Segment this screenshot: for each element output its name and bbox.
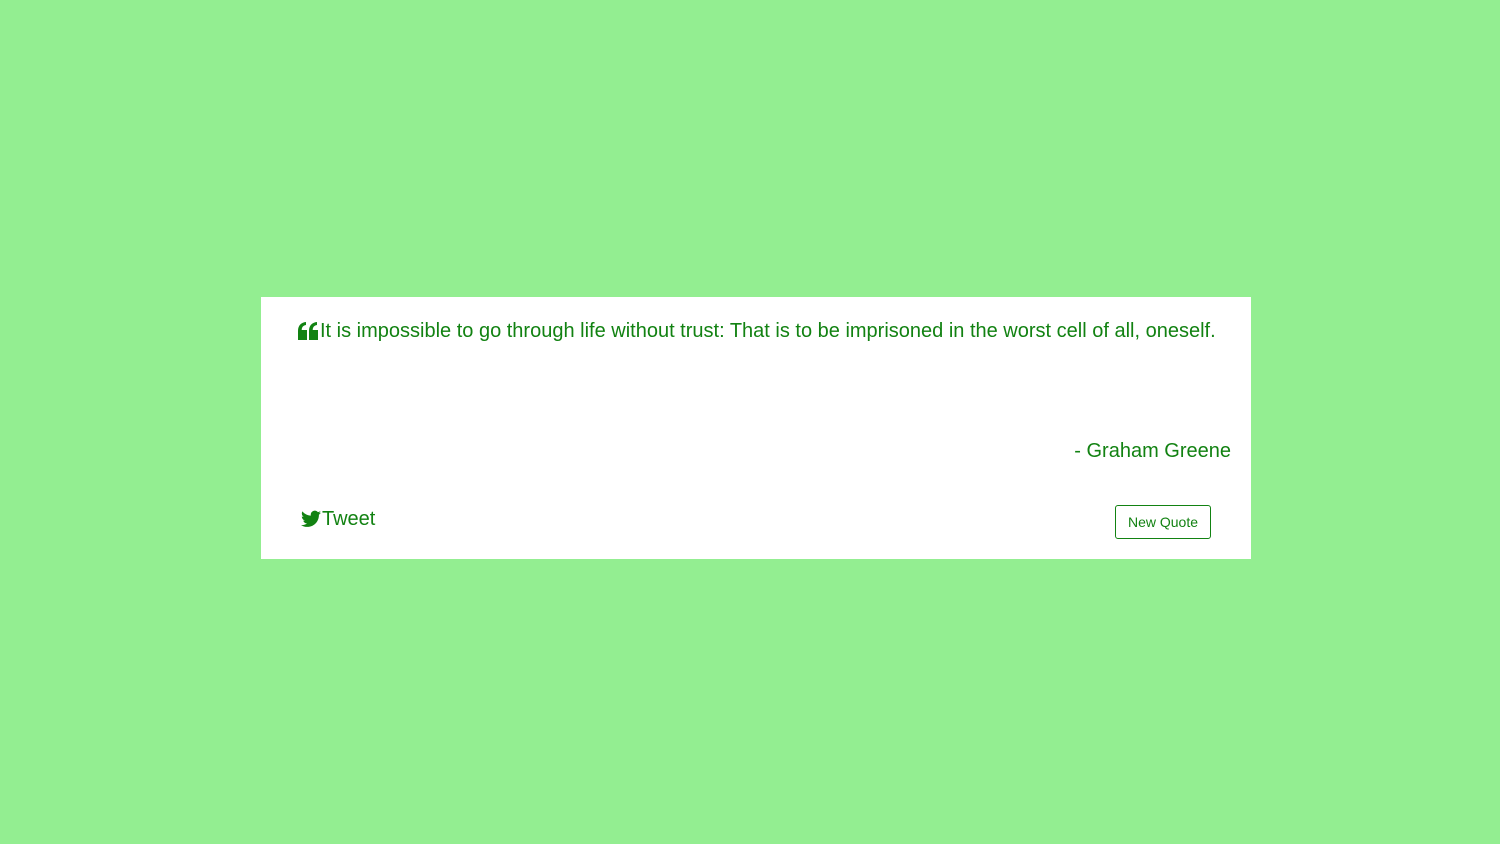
- quote-left-icon: [298, 322, 319, 346]
- tweet-label: Tweet: [322, 508, 376, 530]
- new-quote-button[interactable]: New Quote: [1115, 505, 1211, 539]
- twitter-icon: [301, 510, 321, 528]
- tweet-link[interactable]: Tweet: [301, 507, 375, 531]
- quote-text: It is impossible to go through life with…: [320, 320, 1216, 342]
- quote-author: - Graham Greene: [1074, 440, 1231, 462]
- quote-text-container: It is impossible to go through life with…: [298, 319, 1216, 346]
- quote-box: It is impossible to go through life with…: [261, 297, 1251, 559]
